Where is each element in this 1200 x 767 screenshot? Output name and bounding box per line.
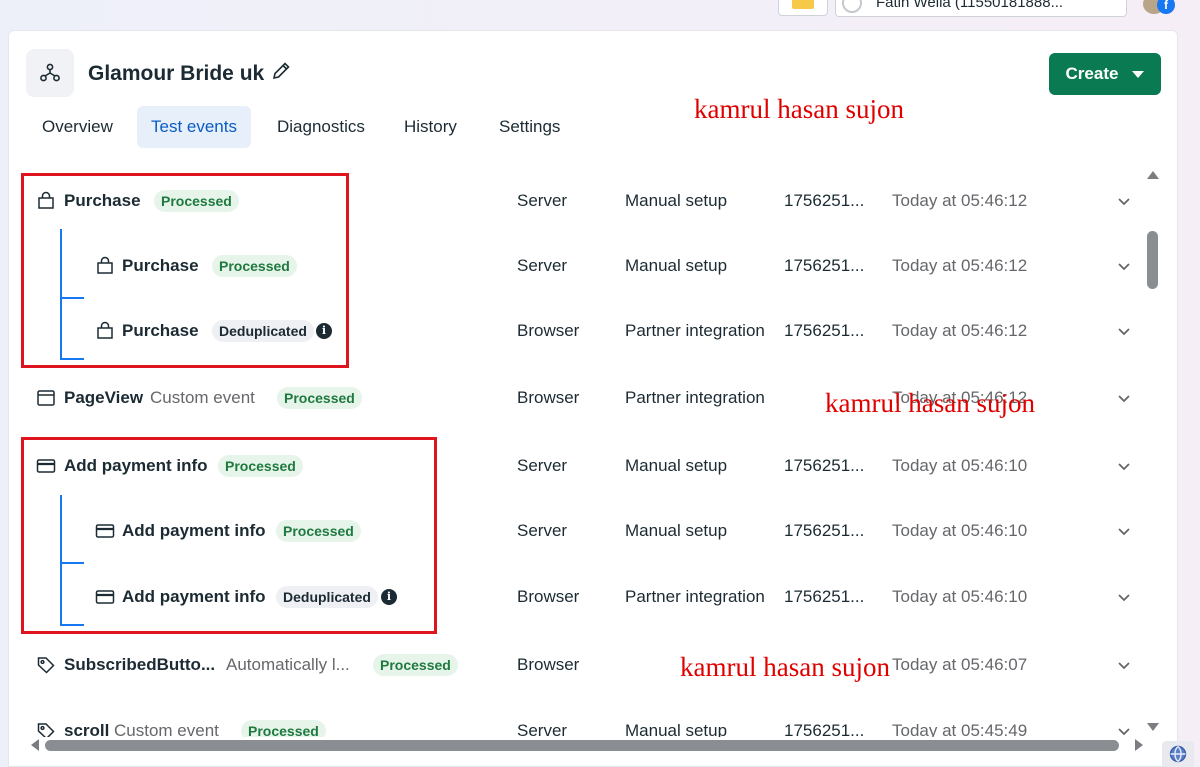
status-badge: Processed (373, 654, 458, 676)
chevron-down-icon[interactable] (1116, 657, 1132, 673)
event-name: PageView (64, 388, 144, 407)
table-row[interactable]: SubscribedButto... Automatically l... Pr… (9, 633, 1141, 698)
event-id: 1756251... (784, 521, 865, 540)
tab-bar: Overview Test events Diagnostics History… (9, 106, 709, 148)
event-id: 1756251... (784, 456, 865, 475)
dataset-icon (26, 49, 74, 97)
event-time: Today at 05:46:10 (892, 521, 1028, 540)
scroll-thumb[interactable] (1147, 231, 1158, 289)
vertical-scrollbar[interactable] (1143, 171, 1163, 731)
scroll-thumb[interactable] (45, 740, 1119, 751)
account-selector-label: Fatih Wella (11550181888... (876, 0, 1064, 11)
horizontal-scrollbar[interactable] (29, 735, 1143, 755)
scroll-down-icon[interactable] (1147, 723, 1159, 731)
event-source: Server (517, 256, 568, 275)
tab-history[interactable]: History (390, 106, 471, 148)
event-setup: Partner integration (625, 321, 765, 340)
tab-overview[interactable]: Overview (28, 106, 127, 148)
annotation-box (21, 437, 437, 634)
event-source: Server (517, 521, 568, 540)
event-setup: Partner integration (625, 388, 765, 407)
annotation-box (21, 173, 349, 368)
event-id: 1756251... (784, 256, 865, 275)
scroll-right-icon[interactable] (1135, 739, 1143, 751)
table-row[interactable]: scroll Custom event Processed Server Man… (9, 699, 1141, 737)
event-time: Today at 05:46:10 (892, 456, 1028, 475)
event-source: Browser (517, 321, 580, 340)
watermark-text: kamrul hasan sujon (825, 388, 1035, 418)
watermark-text: kamrul hasan sujon (694, 94, 904, 124)
event-source: Server (517, 191, 568, 210)
event-name: SubscribedButto... (64, 655, 216, 674)
chevron-down-icon[interactable] (1116, 390, 1132, 406)
browser-toolbar: Fatih Wella (11550181888... f (0, 0, 1200, 30)
event-time: Today at 05:46:12 (892, 191, 1028, 210)
status-badge: Processed (277, 387, 362, 409)
ad-account-selector[interactable]: Fatih Wella (11550181888... (835, 0, 1127, 17)
tab-test-events[interactable]: Test events (137, 106, 251, 148)
event-time: Today at 05:46:12 (892, 256, 1028, 275)
event-source: Browser (517, 655, 580, 674)
facebook-icon: f (1157, 0, 1175, 14)
watermark-text: kamrul hasan sujon (680, 652, 890, 682)
extension-button[interactable] (778, 0, 828, 16)
folder-icon (792, 0, 814, 9)
event-id: 1756251... (784, 587, 865, 606)
scroll-left-icon[interactable] (31, 739, 39, 751)
event-setup: Partner integration (625, 587, 765, 606)
event-source: Browser (517, 587, 580, 606)
event-source: Browser (517, 388, 580, 407)
page-title: Glamour Bride uk (88, 62, 265, 85)
event-setup: Manual setup (625, 456, 728, 475)
chevron-down-icon[interactable] (1116, 258, 1132, 274)
event-type: Custom event (150, 388, 255, 407)
event-type: Automatically l... (226, 655, 350, 674)
pencil-icon[interactable] (270, 60, 294, 84)
tab-settings[interactable]: Settings (485, 106, 574, 148)
event-setup: Manual setup (625, 191, 728, 210)
event-time: Today at 05:46:07 (892, 655, 1028, 674)
chevron-down-icon[interactable] (1116, 458, 1132, 474)
tag-icon (36, 655, 56, 675)
event-setup: Manual setup (625, 521, 728, 540)
event-id: 1756251... (784, 191, 865, 210)
create-button[interactable]: Create (1049, 53, 1161, 95)
event-id: 1756251... (784, 321, 865, 340)
event-source: Server (517, 456, 568, 475)
chevron-down-icon[interactable] (1116, 523, 1132, 539)
chevron-down-icon[interactable] (1116, 589, 1132, 605)
chevron-down-icon[interactable] (1116, 193, 1132, 209)
create-button-label: Create (1065, 64, 1119, 83)
caret-down-icon (1132, 70, 1145, 78)
profile-avatar[interactable]: f (1143, 0, 1177, 16)
scroll-up-icon[interactable] (1147, 171, 1159, 179)
event-time: Today at 05:46:10 (892, 587, 1028, 606)
tab-diagnostics[interactable]: Diagnostics (263, 106, 379, 148)
globe-icon[interactable] (1162, 741, 1194, 767)
account-avatar-icon (842, 0, 862, 13)
event-setup: Manual setup (625, 256, 728, 275)
chevron-down-icon[interactable] (1116, 323, 1132, 339)
browser-window-icon (36, 388, 56, 408)
event-time: Today at 05:46:12 (892, 321, 1028, 340)
